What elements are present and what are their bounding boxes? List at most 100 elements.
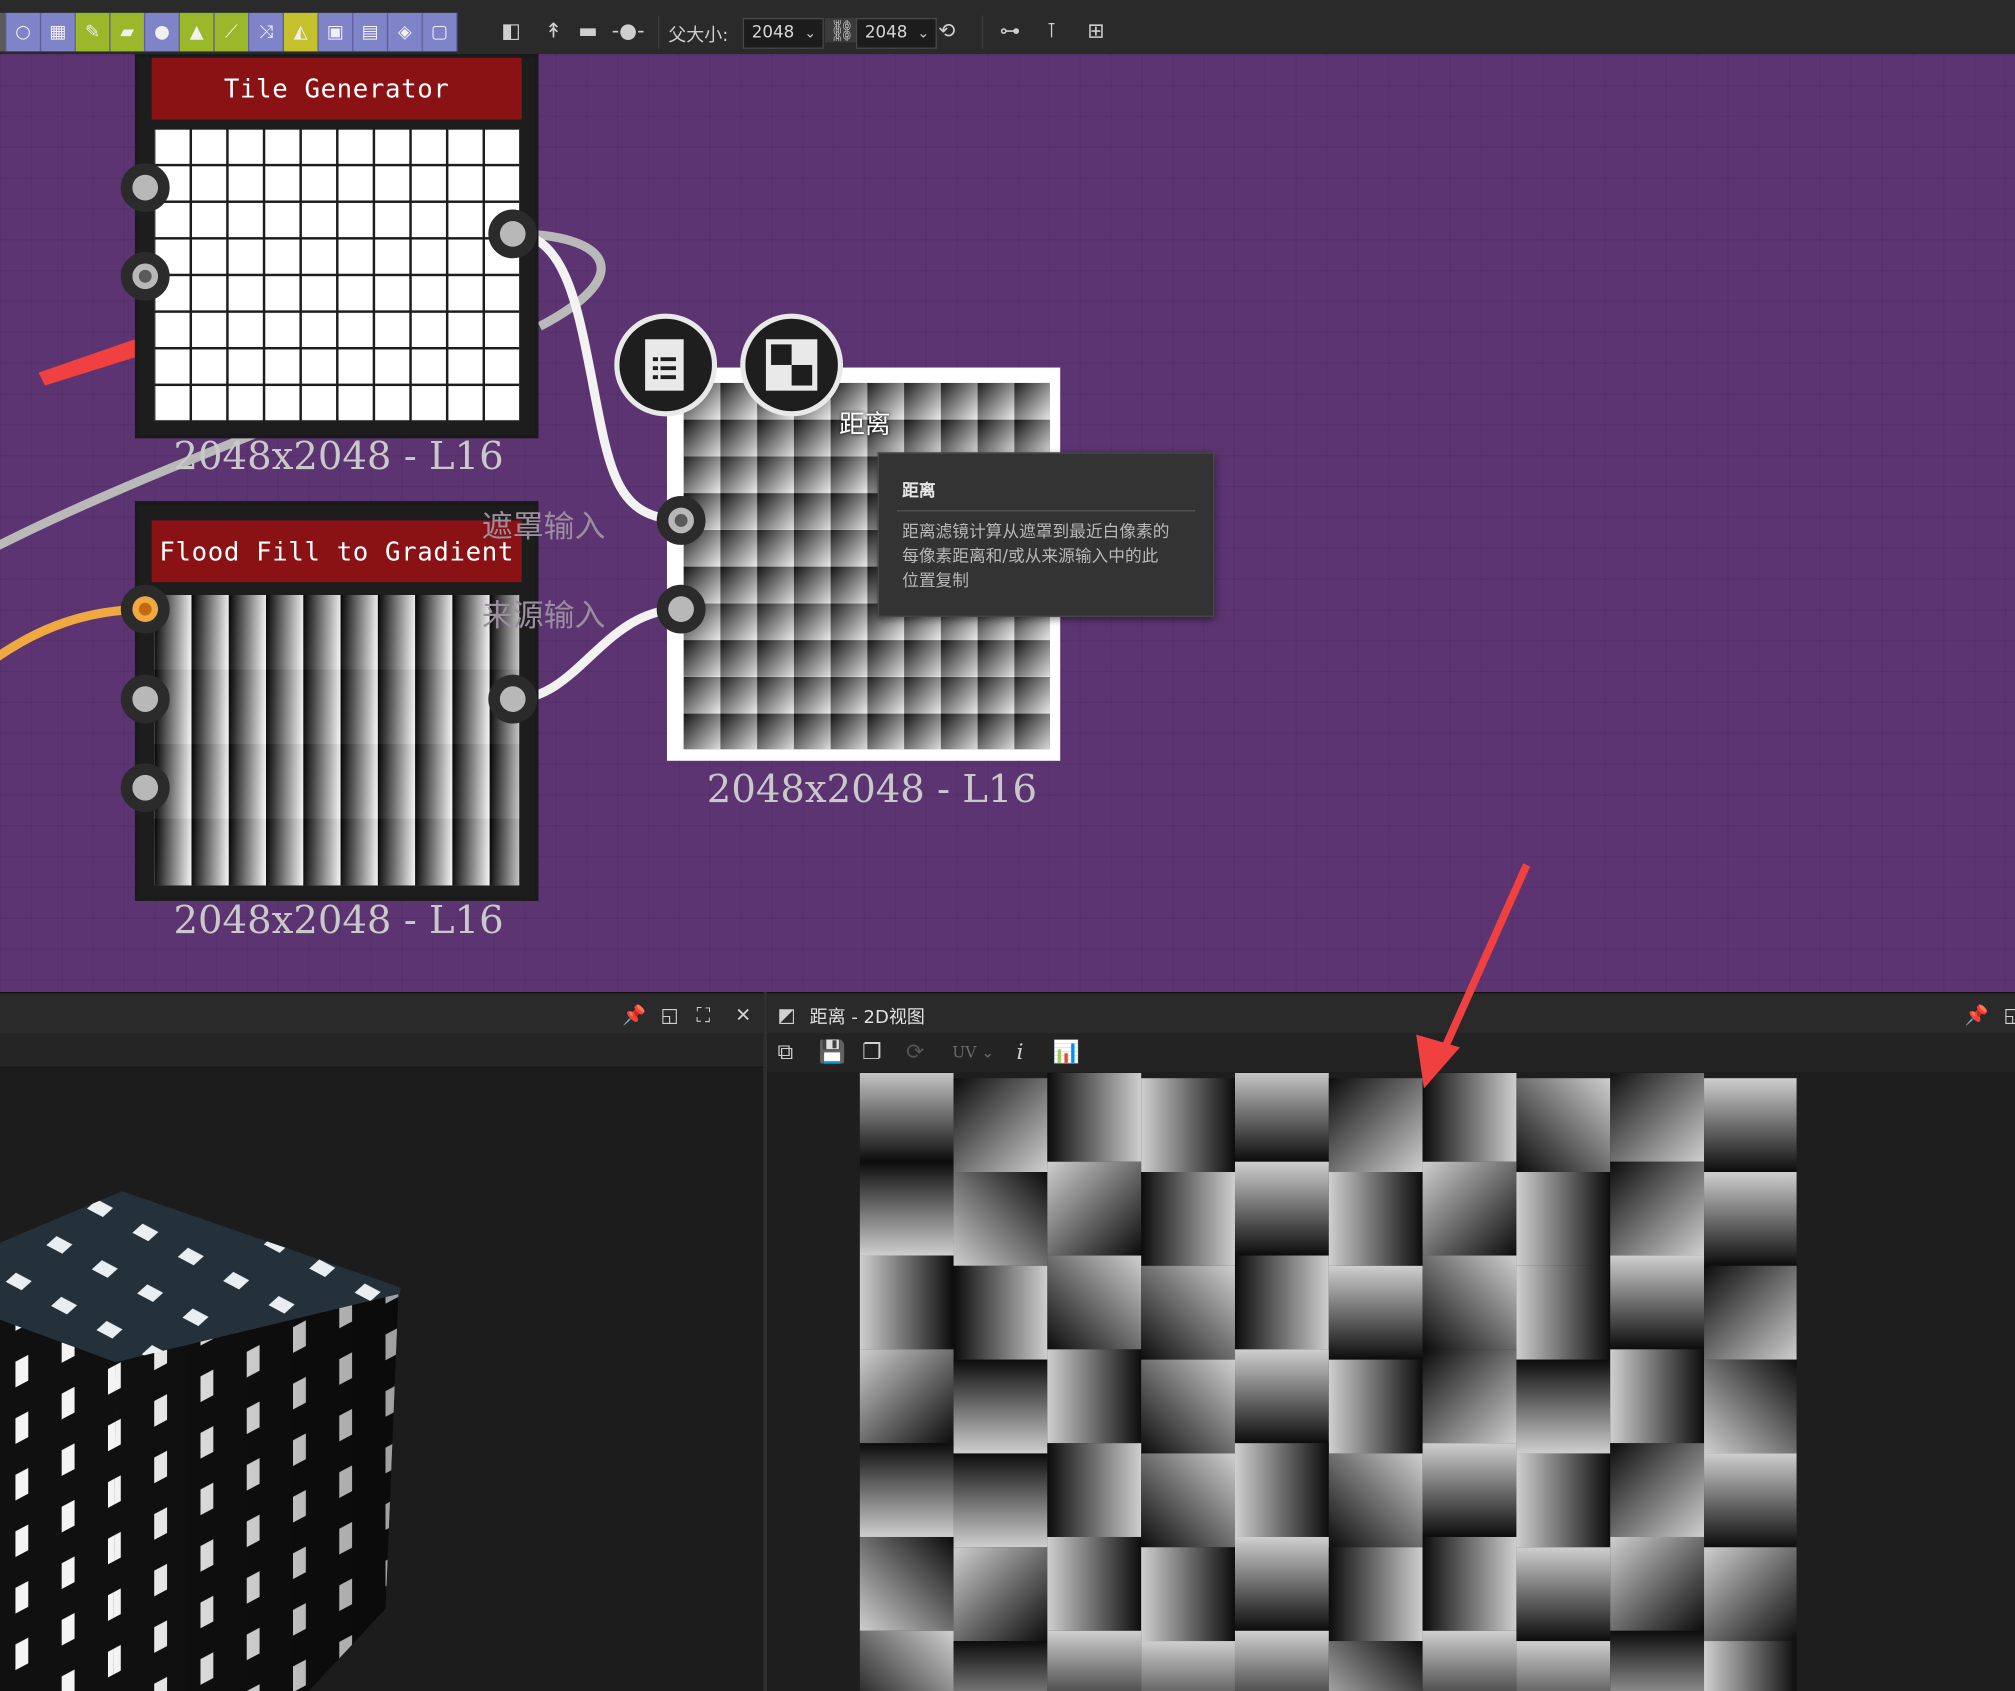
size-x-select[interactable]: 2048 ⌄ bbox=[742, 17, 824, 49]
frame-icon: ▢ bbox=[430, 21, 448, 43]
node-preview-button[interactable] bbox=[740, 313, 844, 417]
input-port[interactable] bbox=[120, 763, 170, 813]
close-icon[interactable]: ✕ bbox=[735, 1004, 751, 1027]
copy-icon[interactable]: ❐ bbox=[862, 1040, 882, 1066]
cube-left-face bbox=[0, 1319, 116, 1691]
flood-fill-to-gradient-node[interactable]: Flood Fill to Gradient bbox=[134, 501, 539, 901]
transform-icon: ▣ bbox=[326, 21, 344, 43]
source-input-port[interactable] bbox=[656, 584, 706, 634]
texture-tile bbox=[1704, 1453, 1797, 1548]
histogram-tool-button[interactable]: ▲ bbox=[179, 12, 215, 52]
tooltip-body: 距离滤镜计算从遮罩到最近白像素的 每像素距离和/或从来源输入中的此 位置复制 bbox=[902, 520, 1195, 593]
float-icon[interactable]: ◱ bbox=[661, 1004, 679, 1027]
bitmap-tool-button[interactable]: ▦ bbox=[41, 12, 76, 52]
texture-tile bbox=[953, 1265, 1048, 1360]
uv-select[interactable]: UV ⌄ bbox=[952, 1044, 994, 1062]
comment-icon[interactable]: ▬ bbox=[578, 18, 597, 42]
texture-tile bbox=[859, 1161, 954, 1256]
texture-tile bbox=[1704, 1078, 1797, 1173]
tooltip-title: 距离 bbox=[902, 481, 936, 502]
align-horizontal-icon[interactable]: ⊶ bbox=[1000, 18, 1021, 42]
texture-tile bbox=[1047, 1630, 1142, 1691]
texture-tile bbox=[1516, 1265, 1611, 1360]
checker-icon: ◩ bbox=[777, 1003, 796, 1027]
circle-icon: ○ bbox=[15, 21, 31, 43]
pin-icon[interactable]: ↟ bbox=[545, 18, 562, 42]
texture-tile bbox=[1141, 1172, 1235, 1266]
blend-tool-button[interactable]: ● bbox=[145, 12, 180, 52]
reset-icon[interactable]: ⟲ bbox=[938, 18, 955, 42]
pin-icon[interactable]: 📌 bbox=[622, 1004, 646, 1027]
input-port[interactable] bbox=[120, 674, 170, 724]
2d-view-panel: ◩ 距离 - 2D视图 📌 ◱ ⧉ 💾 ❐ ⟳ UV ⌄ i 📊 bbox=[767, 992, 2015, 1691]
2d-texture-view[interactable] bbox=[859, 1073, 1797, 1691]
graph-canvas[interactable]: Tile Generator 2048x2048 - L16 Flood Fil… bbox=[0, 53, 2015, 993]
mask-icon: ◈ bbox=[397, 21, 412, 43]
mask-input-port[interactable] bbox=[656, 496, 706, 545]
texture-tile bbox=[1328, 1641, 1423, 1691]
3d-view-subheader bbox=[0, 1033, 764, 1068]
texture-tile bbox=[1047, 1536, 1142, 1631]
texture-tile bbox=[1047, 1161, 1142, 1256]
texture-tile bbox=[953, 1453, 1048, 1548]
input-port[interactable] bbox=[120, 584, 170, 634]
info-icon[interactable]: i bbox=[1017, 1040, 1024, 1066]
float-icon[interactable]: ◱ bbox=[2003, 1004, 2015, 1027]
maximize-icon[interactable]: ⛶ bbox=[697, 1004, 711, 1027]
warp-icon: ◭ bbox=[293, 21, 308, 43]
texture-tile bbox=[1234, 1073, 1329, 1162]
frame-tool-button[interactable]: ▢ bbox=[422, 12, 458, 52]
texture-tile bbox=[1610, 1443, 1705, 1537]
shuffle-icon: ⤨ bbox=[258, 21, 274, 43]
texture-tile bbox=[1141, 1453, 1235, 1548]
svg-tool-button[interactable]: ✎ bbox=[75, 12, 111, 52]
save-icon[interactable]: 💾 bbox=[819, 1040, 846, 1066]
curve-tool-button[interactable]: ⟋ bbox=[214, 12, 250, 52]
output-port[interactable] bbox=[488, 674, 538, 724]
export-icon[interactable]: ⧉ bbox=[777, 1040, 793, 1066]
filter-toolbar-strip: ○ ▦ ✎ ▰ ● ▲ ⟋ ⤨ ◭ ▣ ▤ ◈ ▢ bbox=[0, 12, 458, 52]
texture-tile bbox=[953, 1078, 1048, 1173]
pin-icon[interactable]: 📌 bbox=[1965, 1004, 1989, 1027]
mask-tool-button[interactable]: ◈ bbox=[388, 12, 423, 52]
tile-generator-thumbnail bbox=[154, 128, 520, 422]
warp-tool-button[interactable]: ◭ bbox=[284, 12, 319, 52]
shuffle-tool-button[interactable]: ⤨ bbox=[249, 12, 285, 52]
flood-fill-thumbnail bbox=[154, 595, 520, 886]
curve-icon: ⟋ bbox=[225, 21, 238, 43]
texture-tile bbox=[859, 1443, 954, 1537]
texture-tile bbox=[1610, 1073, 1705, 1162]
uniform-color-button[interactable]: ▰ bbox=[110, 12, 146, 52]
crop-tool-button[interactable]: ▤ bbox=[353, 12, 389, 52]
node-size-label: 2048x2048 - L16 bbox=[173, 898, 504, 944]
size-x-value: 2048 bbox=[751, 23, 795, 43]
distribute-icon[interactable]: ⊞ bbox=[1087, 18, 1104, 42]
node-size-label: 2048x2048 - L16 bbox=[173, 434, 504, 480]
texture-tile bbox=[1516, 1453, 1611, 1548]
texture-tile bbox=[1234, 1443, 1329, 1537]
transform-tool-button[interactable]: ▣ bbox=[318, 12, 354, 52]
texture-tile bbox=[1328, 1359, 1423, 1454]
tile-generator-node[interactable]: Tile Generator bbox=[134, 53, 539, 439]
blend-icon: ● bbox=[154, 21, 170, 43]
node-size-label: 2048x2048 - L16 bbox=[706, 767, 1037, 813]
align-vertical-icon[interactable]: ⊺ bbox=[1046, 18, 1057, 42]
input-port[interactable] bbox=[120, 251, 170, 301]
output-port[interactable] bbox=[488, 209, 538, 259]
3d-cube-preview[interactable] bbox=[0, 1069, 763, 1691]
texture-tile bbox=[859, 1349, 954, 1444]
texture-tile bbox=[1422, 1349, 1517, 1444]
distance-node-caption: 距离 bbox=[839, 408, 891, 440]
histogram-icon[interactable]: 📊 bbox=[1052, 1040, 1079, 1066]
refresh-icon[interactable]: ⟳ bbox=[906, 1040, 924, 1066]
circle-tool-button[interactable]: ○ bbox=[6, 12, 42, 52]
texture-tile bbox=[1516, 1359, 1611, 1454]
link-icon[interactable]: ⛓ bbox=[825, 17, 859, 43]
node-doc-button[interactable] bbox=[614, 313, 718, 417]
layout-icon[interactable]: ◧ bbox=[501, 18, 520, 42]
size-y-select[interactable]: 2048 ⌄ bbox=[855, 17, 937, 49]
source-input-label: 来源输入 bbox=[481, 597, 606, 634]
2d-view-header: ◩ 距离 - 2D视图 📌 ◱ bbox=[767, 992, 2015, 1035]
pass-through-icon[interactable]: -●- bbox=[612, 18, 645, 42]
input-port[interactable] bbox=[120, 163, 170, 213]
